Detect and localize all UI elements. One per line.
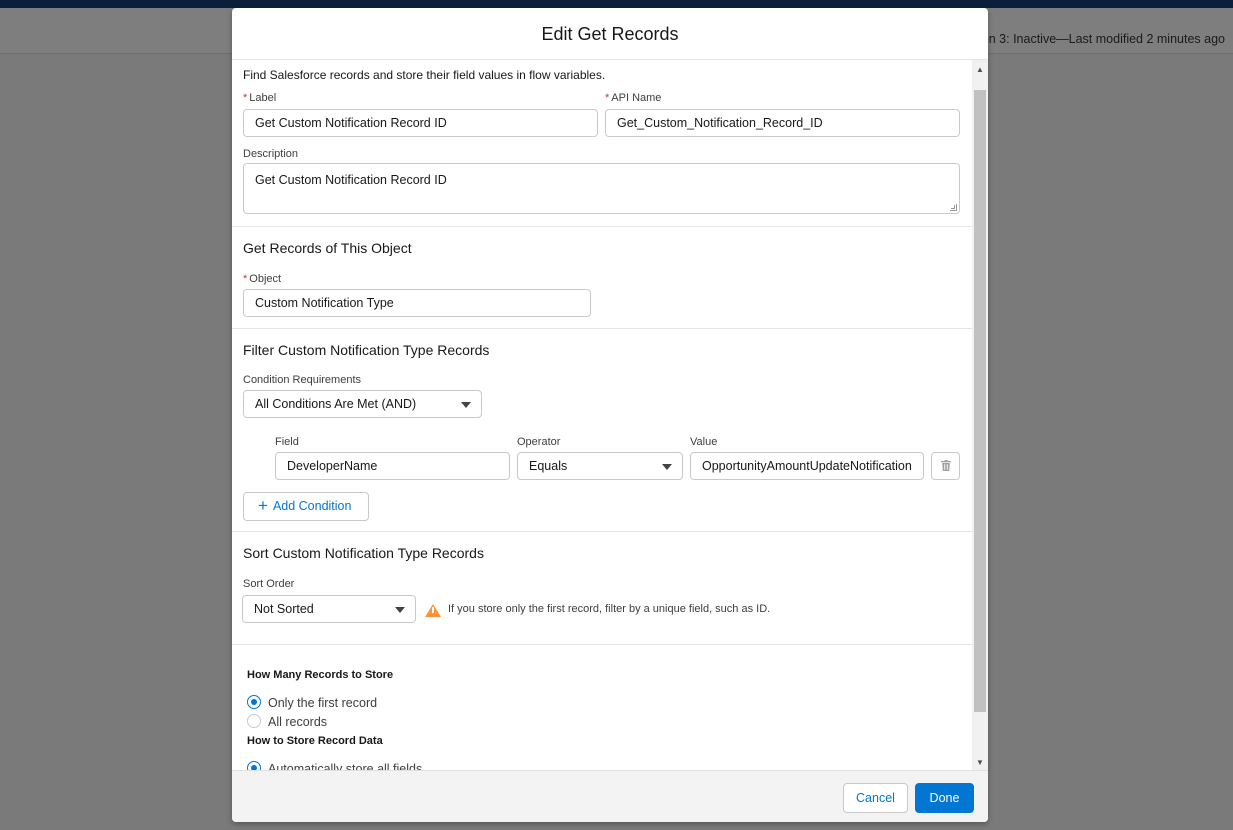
- required-marker: *: [243, 92, 248, 104]
- field-column-header: Field: [275, 436, 299, 448]
- intro-text: Find Salesforce records and store their …: [243, 68, 606, 82]
- warning-icon: [425, 604, 441, 617]
- condition-requirements-label: Condition Requirements: [243, 374, 362, 386]
- section-divider: [232, 531, 972, 532]
- label-input[interactable]: Get Custom Notification Record ID: [243, 109, 598, 137]
- resize-handle[interactable]: [950, 204, 957, 211]
- required-marker: *: [243, 273, 248, 285]
- delete-icon: [940, 460, 951, 471]
- object-section-title: Get Records of This Object: [243, 240, 412, 256]
- radio-store-all-fields[interactable]: [247, 761, 261, 770]
- modal-footer: Cancel Done: [232, 770, 988, 822]
- modal-title: Edit Get Records: [541, 24, 679, 44]
- edit-get-records-modal: Edit Get Records Find Salesforce records…: [232, 8, 988, 822]
- condition-value-input[interactable]: OpportunityAmountUpdateNotification: [690, 452, 924, 480]
- section-divider: [232, 226, 972, 227]
- app-top-bar: [0, 0, 1233, 8]
- object-field-label: * Object: [243, 273, 282, 285]
- radio-only-first-record-label: Only the first record: [268, 696, 378, 710]
- plus-icon: +: [258, 496, 268, 515]
- sort-warning-text: If you store only the first record, filt…: [448, 603, 771, 615]
- sort-section-title: Sort Custom Notification Type Records: [243, 545, 484, 561]
- flow-version-status: rsion 3: Inactive—Last modified 2 minute…: [968, 32, 1225, 46]
- filter-section-title: Filter Custom Notification Type Records: [243, 342, 490, 358]
- caret-down-icon: [461, 402, 471, 408]
- radio-store-all-fields-label: Automatically store all fields: [268, 762, 423, 770]
- scroll-thumb[interactable]: [974, 90, 986, 712]
- modal-header: Edit Get Records: [232, 8, 988, 60]
- cancel-button[interactable]: Cancel: [843, 783, 908, 813]
- value-column-header: Value: [690, 436, 718, 448]
- sort-order-label: Sort Order: [243, 578, 295, 590]
- required-marker: *: [605, 92, 610, 104]
- scroll-up-arrow[interactable]: ▲: [972, 63, 988, 77]
- radio-all-records-label: All records: [268, 715, 328, 729]
- caret-down-icon: [662, 464, 672, 470]
- condition-operator-select[interactable]: Equals: [517, 452, 683, 480]
- description-field-label: Description: [243, 148, 299, 160]
- section-divider: [232, 328, 972, 329]
- api-name-field-label: * API Name: [605, 92, 662, 104]
- radio-all-records[interactable]: [247, 714, 261, 728]
- label-field-label: * Label: [243, 92, 277, 104]
- radio-only-first-record[interactable]: [247, 695, 261, 709]
- add-condition-button[interactable]: + Add Condition: [243, 492, 369, 521]
- operator-column-header: Operator: [517, 436, 561, 448]
- scroll-down-arrow[interactable]: ▼: [972, 756, 988, 770]
- object-input[interactable]: Custom Notification Type: [243, 289, 591, 317]
- description-textarea[interactable]: Get Custom Notification Record ID: [243, 163, 960, 214]
- how-to-store-label: How to Store Record Data: [247, 735, 383, 747]
- modal-body: Find Salesforce records and store their …: [232, 60, 972, 770]
- caret-down-icon: [395, 607, 405, 613]
- delete-condition-button[interactable]: [931, 452, 960, 480]
- api-name-input[interactable]: Get_Custom_Notification_Record_ID: [605, 109, 960, 137]
- sort-order-select[interactable]: Not Sorted: [242, 595, 416, 623]
- modal-scrollbar[interactable]: ▲ ▼: [972, 60, 988, 770]
- condition-field-input[interactable]: DeveloperName: [275, 452, 510, 480]
- how-many-records-label: How Many Records to Store: [247, 669, 394, 681]
- condition-requirements-select[interactable]: All Conditions Are Met (AND): [243, 390, 482, 418]
- done-button[interactable]: Done: [915, 783, 974, 813]
- section-divider: [232, 644, 972, 645]
